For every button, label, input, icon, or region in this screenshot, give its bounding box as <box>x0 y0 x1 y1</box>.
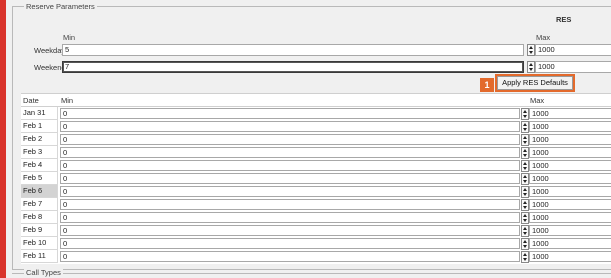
max-spinner-icon[interactable] <box>521 212 529 224</box>
table-row: Feb 5 0 1000 <box>21 172 611 185</box>
date-cell[interactable]: Feb 9 <box>21 224 58 237</box>
weekday-max-input[interactable]: 1000 <box>535 44 611 56</box>
weekend-max-input[interactable]: 1000 <box>535 61 611 73</box>
date-cell[interactable]: Feb 8 <box>21 211 58 224</box>
max-spinner-icon[interactable] <box>521 134 529 146</box>
weekday-min-input[interactable]: 5 <box>62 44 524 56</box>
date-cell[interactable]: Feb 3 <box>21 146 58 159</box>
max-column-header: Max <box>530 96 545 105</box>
table-header: Date Min Max <box>21 94 611 107</box>
left-accent-bar <box>0 0 6 278</box>
max-input[interactable]: 1000 <box>529 160 611 171</box>
table-row: Feb 1 0 1000 <box>21 120 611 133</box>
date-cell[interactable]: Feb 10 <box>21 237 58 250</box>
weekend-label: Weekend <box>34 63 66 72</box>
date-cell[interactable]: Feb 7 <box>21 198 58 211</box>
table-row: Feb 3 0 1000 <box>21 146 611 159</box>
max-spinner-icon[interactable] <box>521 186 529 198</box>
max-spinner-icon[interactable] <box>521 225 529 237</box>
min-header: Min <box>63 33 76 42</box>
max-spinner-icon[interactable] <box>521 173 529 185</box>
max-spinner-icon[interactable] <box>521 121 529 133</box>
max-input[interactable]: 1000 <box>529 225 611 236</box>
table-row: Feb 10 0 1000 <box>21 237 611 250</box>
table-row: Feb 11 0 1000 <box>21 250 611 263</box>
weekend-max-spinner-icon[interactable] <box>527 61 535 73</box>
max-input[interactable]: 1000 <box>529 173 611 184</box>
max-input[interactable]: 1000 <box>529 212 611 223</box>
max-input[interactable]: 1000 <box>529 199 611 210</box>
reserve-parameters-legend: Reserve Parameters <box>24 2 97 11</box>
max-input[interactable]: 1000 <box>529 147 611 158</box>
max-input[interactable]: 1000 <box>529 238 611 249</box>
max-input[interactable]: 1000 <box>529 134 611 145</box>
max-input[interactable]: 1000 <box>529 108 611 119</box>
date-cell[interactable]: Feb 1 <box>21 120 58 133</box>
table-row: Feb 8 0 1000 <box>21 211 611 224</box>
call-types-legend: Call Types <box>24 268 63 277</box>
weekday-label: Weekday <box>34 46 66 55</box>
table-row: Feb 4 0 1000 <box>21 159 611 172</box>
min-input[interactable]: 0 <box>60 108 520 119</box>
max-spinner-icon[interactable] <box>521 108 529 120</box>
table-row: Feb 6 0 1000 <box>21 185 611 198</box>
table-row: Feb 2 0 1000 <box>21 133 611 146</box>
max-spinner-icon[interactable] <box>521 238 529 250</box>
call-types-group <box>12 273 611 274</box>
max-input[interactable]: 1000 <box>529 121 611 132</box>
res-title: RES <box>556 15 572 24</box>
table-row: Feb 7 0 1000 <box>21 198 611 211</box>
date-cell[interactable]: Jan 31 <box>21 107 58 120</box>
date-cell[interactable]: Feb 6 <box>21 185 58 198</box>
table-row: Jan 31 0 1000 <box>21 107 611 120</box>
date-cell[interactable]: Feb 4 <box>21 159 58 172</box>
max-spinner-icon[interactable] <box>521 147 529 159</box>
min-input[interactable]: 0 <box>60 173 520 184</box>
step-badge: 1 <box>480 78 494 92</box>
max-spinner-icon[interactable] <box>521 199 529 211</box>
date-column-header: Date <box>23 96 39 105</box>
min-input[interactable]: 0 <box>60 160 520 171</box>
max-spinner-icon[interactable] <box>521 160 529 172</box>
min-input[interactable]: 0 <box>60 238 520 249</box>
min-input[interactable]: 0 <box>60 134 520 145</box>
min-input[interactable]: 0 <box>60 251 520 262</box>
max-input[interactable]: 1000 <box>529 251 611 262</box>
table-row: Feb 9 0 1000 <box>21 224 611 237</box>
max-spinner-icon[interactable] <box>521 251 529 263</box>
min-column-header: Min <box>61 96 74 105</box>
date-cell[interactable]: Feb 11 <box>21 250 58 263</box>
min-input[interactable]: 0 <box>60 225 520 236</box>
min-input[interactable]: 0 <box>60 121 520 132</box>
min-input[interactable]: 0 <box>60 212 520 223</box>
max-input[interactable]: 1000 <box>529 186 611 197</box>
apply-res-defaults-button[interactable]: Apply RES Defaults <box>495 74 575 92</box>
reserve-table: Date Min Max Jan 31 0 1000 Feb 1 0 1000 Feb 20… <box>21 93 611 264</box>
min-input[interactable]: 0 <box>60 147 520 158</box>
max-header: Max <box>536 33 551 42</box>
min-input[interactable]: 0 <box>60 186 520 197</box>
date-cell[interactable]: Feb 2 <box>21 133 58 146</box>
weekend-min-input[interactable]: 7 <box>62 61 524 73</box>
date-cell[interactable]: Feb 5 <box>21 172 58 185</box>
weekday-max-spinner-icon[interactable] <box>527 44 535 56</box>
min-input[interactable]: 0 <box>60 199 520 210</box>
